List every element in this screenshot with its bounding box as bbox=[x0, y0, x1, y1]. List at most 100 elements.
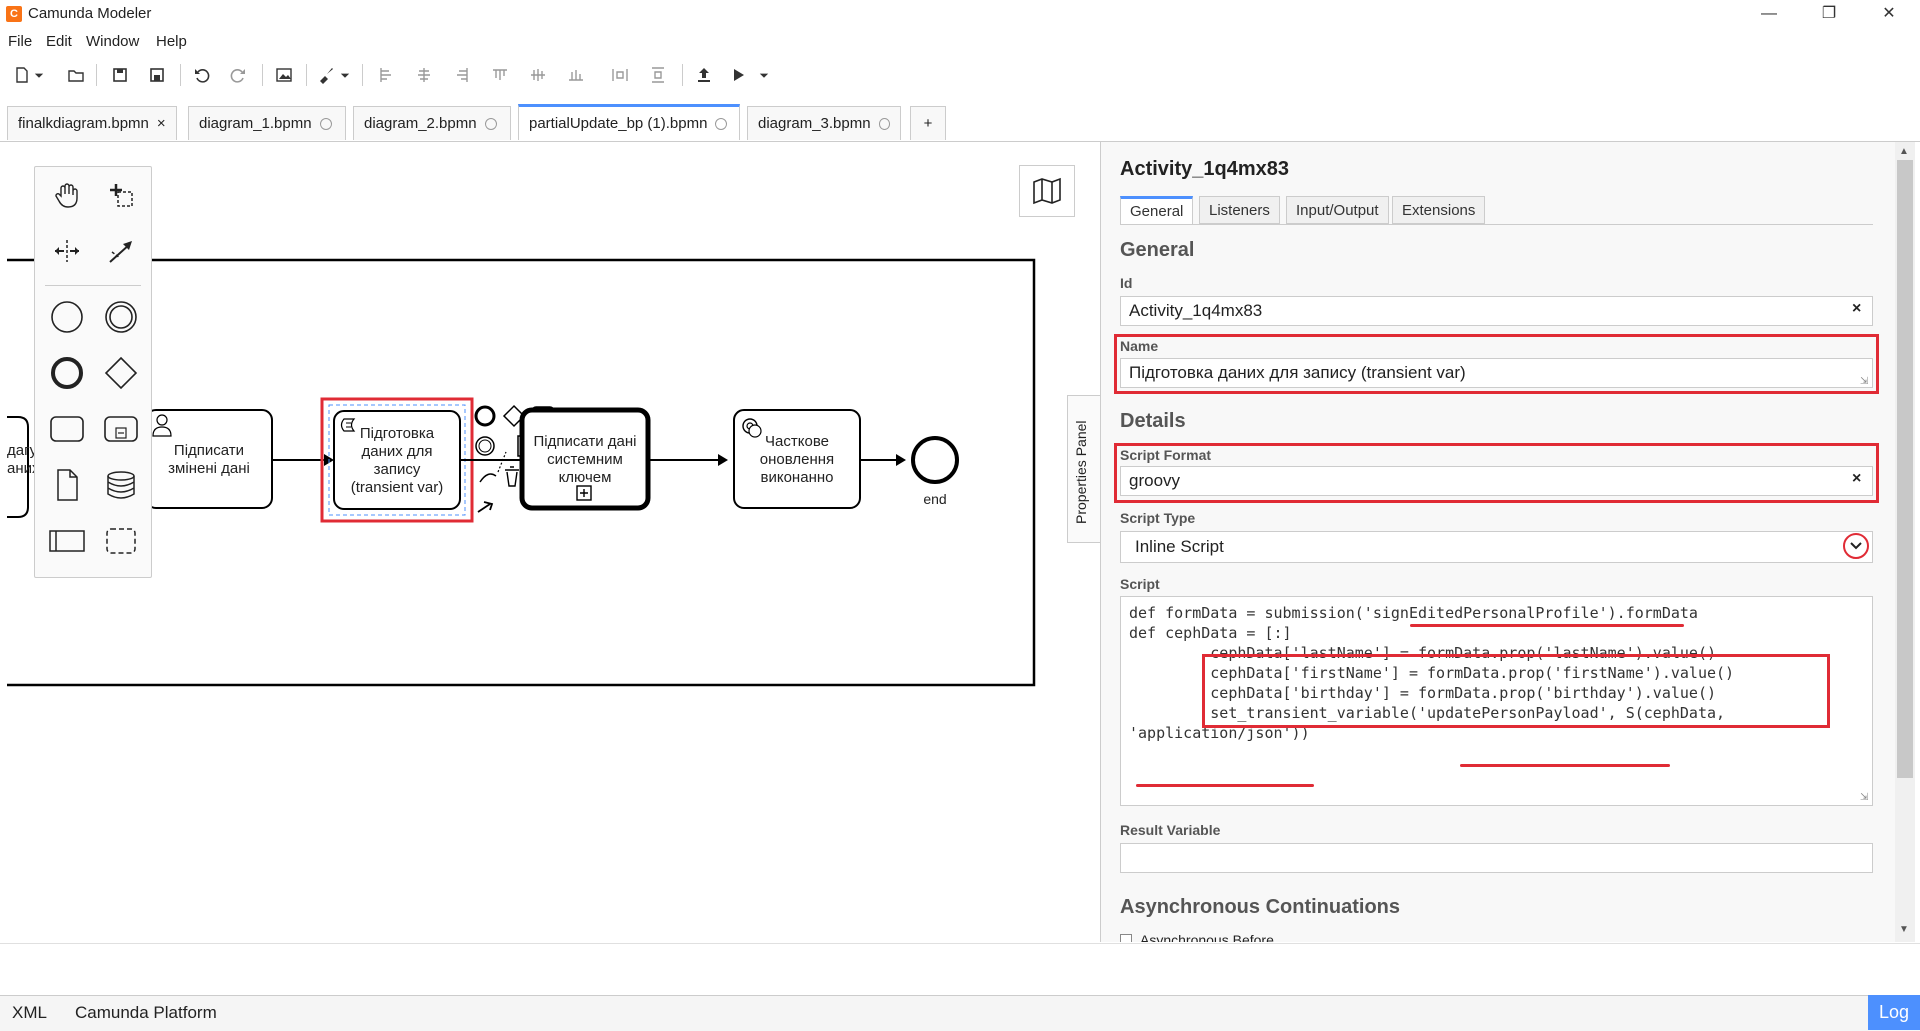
script-task-label: Підготовка даних для запису (transient v… bbox=[350, 425, 444, 496]
align-left-icon[interactable] bbox=[372, 62, 400, 88]
gateway-icon[interactable] bbox=[97, 349, 145, 397]
properties-panel-toggle-label: Properties Panel bbox=[1073, 420, 1089, 524]
close-window-icon[interactable]: ✕ bbox=[1866, 2, 1912, 26]
lasso-tool-icon[interactable] bbox=[97, 171, 145, 219]
script-highlight-box bbox=[1202, 654, 1830, 728]
pool-icon[interactable] bbox=[43, 517, 91, 565]
space-tool-icon[interactable] bbox=[43, 227, 91, 275]
undo-icon[interactable] bbox=[188, 62, 216, 88]
id-input[interactable]: Activity_1q4mx83 bbox=[1120, 296, 1873, 326]
subprocess-icon[interactable] bbox=[97, 405, 145, 453]
tab-label: partialUpdate_bp (1).bpmn bbox=[529, 115, 708, 132]
unsaved-indicator-icon[interactable] bbox=[484, 117, 497, 130]
async-before-checkbox[interactable] bbox=[1120, 934, 1132, 942]
panel-scrollbar-thumb[interactable] bbox=[1897, 160, 1913, 778]
tab-diagram-3[interactable]: diagram_3.bpmn bbox=[747, 106, 901, 140]
clear-id-icon[interactable]: × bbox=[1852, 300, 1861, 318]
resize-handle-icon[interactable]: ⇲ bbox=[1860, 376, 1868, 387]
section-details: Details bbox=[1120, 410, 1186, 432]
delete-icon[interactable] bbox=[505, 466, 519, 487]
xml-tab[interactable]: XML bbox=[12, 1003, 47, 1023]
scroll-down-icon[interactable]: ▼ bbox=[1899, 924, 1909, 935]
subprocess-label: Підписати дані системним ключем bbox=[533, 433, 637, 486]
align-bottom-icon[interactable] bbox=[562, 62, 590, 88]
color-dropdown-icon[interactable] bbox=[338, 62, 352, 88]
align-right-icon[interactable] bbox=[448, 62, 476, 88]
connect-icon[interactable] bbox=[477, 501, 494, 513]
script-label: Script bbox=[1120, 576, 1160, 592]
end-event-icon[interactable] bbox=[43, 349, 91, 397]
deploy-icon[interactable] bbox=[690, 62, 718, 88]
minimap-toggle-button[interactable] bbox=[1019, 165, 1075, 217]
new-file-dropdown-icon[interactable] bbox=[32, 62, 46, 88]
tab-label: diagram_3.bpmn bbox=[758, 115, 871, 132]
change-type-icon[interactable] bbox=[479, 473, 497, 483]
minimize-icon[interactable]: — bbox=[1746, 2, 1792, 26]
toolbar-separator bbox=[262, 64, 263, 86]
start-dropdown-icon[interactable] bbox=[757, 62, 771, 88]
menu-bar bbox=[0, 28, 1920, 54]
start-instance-icon[interactable] bbox=[724, 62, 752, 88]
intermediate-event-icon[interactable] bbox=[97, 293, 145, 341]
maximize-icon[interactable]: ❐ bbox=[1806, 2, 1852, 26]
tab-diagram-1[interactable]: diagram_1.bpmn bbox=[188, 106, 346, 140]
clear-script-format-icon[interactable]: × bbox=[1852, 470, 1861, 488]
tab-finalkdiagram[interactable]: finalkdiagram.bpmn × bbox=[7, 106, 177, 140]
redo-icon[interactable] bbox=[224, 62, 252, 88]
script-format-input[interactable]: groovy bbox=[1120, 466, 1873, 496]
end-event-shape[interactable] bbox=[911, 436, 959, 484]
menu-file[interactable]: File bbox=[8, 33, 32, 50]
log-button[interactable]: Log bbox=[1868, 995, 1920, 1030]
data-object-icon[interactable] bbox=[43, 461, 91, 509]
tab-partialupdate[interactable]: partialUpdate_bp (1).bpmn bbox=[518, 104, 740, 140]
unsaved-indicator-icon[interactable] bbox=[715, 117, 728, 130]
arrowhead bbox=[896, 454, 906, 466]
global-connect-tool-icon[interactable] bbox=[97, 227, 145, 275]
hand-tool-icon[interactable] bbox=[43, 171, 91, 219]
async-before-label: Asynchronous Before bbox=[1140, 932, 1274, 942]
platform-label[interactable]: Camunda Platform bbox=[75, 1003, 217, 1023]
menu-window[interactable]: Window bbox=[86, 33, 139, 50]
result-variable-input[interactable] bbox=[1120, 843, 1873, 873]
align-top-icon[interactable] bbox=[486, 62, 514, 88]
open-file-icon[interactable] bbox=[62, 62, 90, 88]
unsaved-indicator-icon[interactable] bbox=[319, 117, 332, 130]
id-label: Id bbox=[1120, 275, 1133, 291]
chevron-down-icon[interactable] bbox=[1843, 533, 1869, 559]
properties-panel-toggle[interactable]: Properties Panel bbox=[1067, 395, 1100, 543]
align-middle-icon[interactable] bbox=[524, 62, 552, 88]
align-center-icon[interactable] bbox=[410, 62, 438, 88]
group-icon[interactable] bbox=[97, 517, 145, 565]
distribute-vertical-icon[interactable] bbox=[644, 62, 672, 88]
script-type-select[interactable]: Inline Script bbox=[1120, 531, 1873, 563]
toolbar-separator bbox=[180, 64, 181, 86]
name-input[interactable]: Підготовка даних для запису (transient v… bbox=[1120, 358, 1873, 388]
data-store-icon[interactable] bbox=[97, 461, 145, 509]
color-brush-icon[interactable] bbox=[312, 62, 340, 88]
resize-handle-icon[interactable]: ⇲ bbox=[1860, 792, 1868, 803]
scroll-up-icon[interactable]: ▲ bbox=[1899, 146, 1909, 157]
distribute-horizontal-icon[interactable] bbox=[606, 62, 634, 88]
close-tab-icon[interactable]: × bbox=[157, 115, 166, 132]
tab-input-output[interactable]: Input/Output bbox=[1286, 196, 1389, 224]
unsaved-indicator-icon[interactable] bbox=[878, 117, 890, 130]
export-image-icon[interactable] bbox=[270, 62, 298, 88]
add-tab-button[interactable]: + bbox=[910, 106, 946, 140]
tab-extensions[interactable]: Extensions bbox=[1392, 196, 1486, 224]
tab-diagram-2[interactable]: diagram_2.bpmn bbox=[353, 106, 511, 140]
save-as-icon[interactable] bbox=[143, 62, 171, 88]
tab-label: diagram_2.bpmn bbox=[364, 115, 477, 132]
menu-help[interactable]: Help bbox=[156, 33, 187, 50]
partial-task-label-line: аних bbox=[7, 460, 40, 477]
task-icon[interactable] bbox=[43, 405, 91, 453]
start-event-icon[interactable] bbox=[43, 293, 91, 341]
tab-listeners[interactable]: Listeners bbox=[1199, 196, 1280, 224]
save-icon[interactable] bbox=[106, 62, 134, 88]
tab-general[interactable]: General bbox=[1120, 196, 1194, 224]
service-task-label: Часткове оновлення виконанно bbox=[759, 433, 835, 486]
partial-task-label-line: дагу bbox=[7, 442, 38, 459]
bpmn-diagram[interactable] bbox=[0, 142, 1099, 942]
append-end-event-icon[interactable] bbox=[474, 405, 496, 427]
menu-edit[interactable]: Edit bbox=[46, 33, 72, 50]
title-bar bbox=[0, 0, 1920, 28]
